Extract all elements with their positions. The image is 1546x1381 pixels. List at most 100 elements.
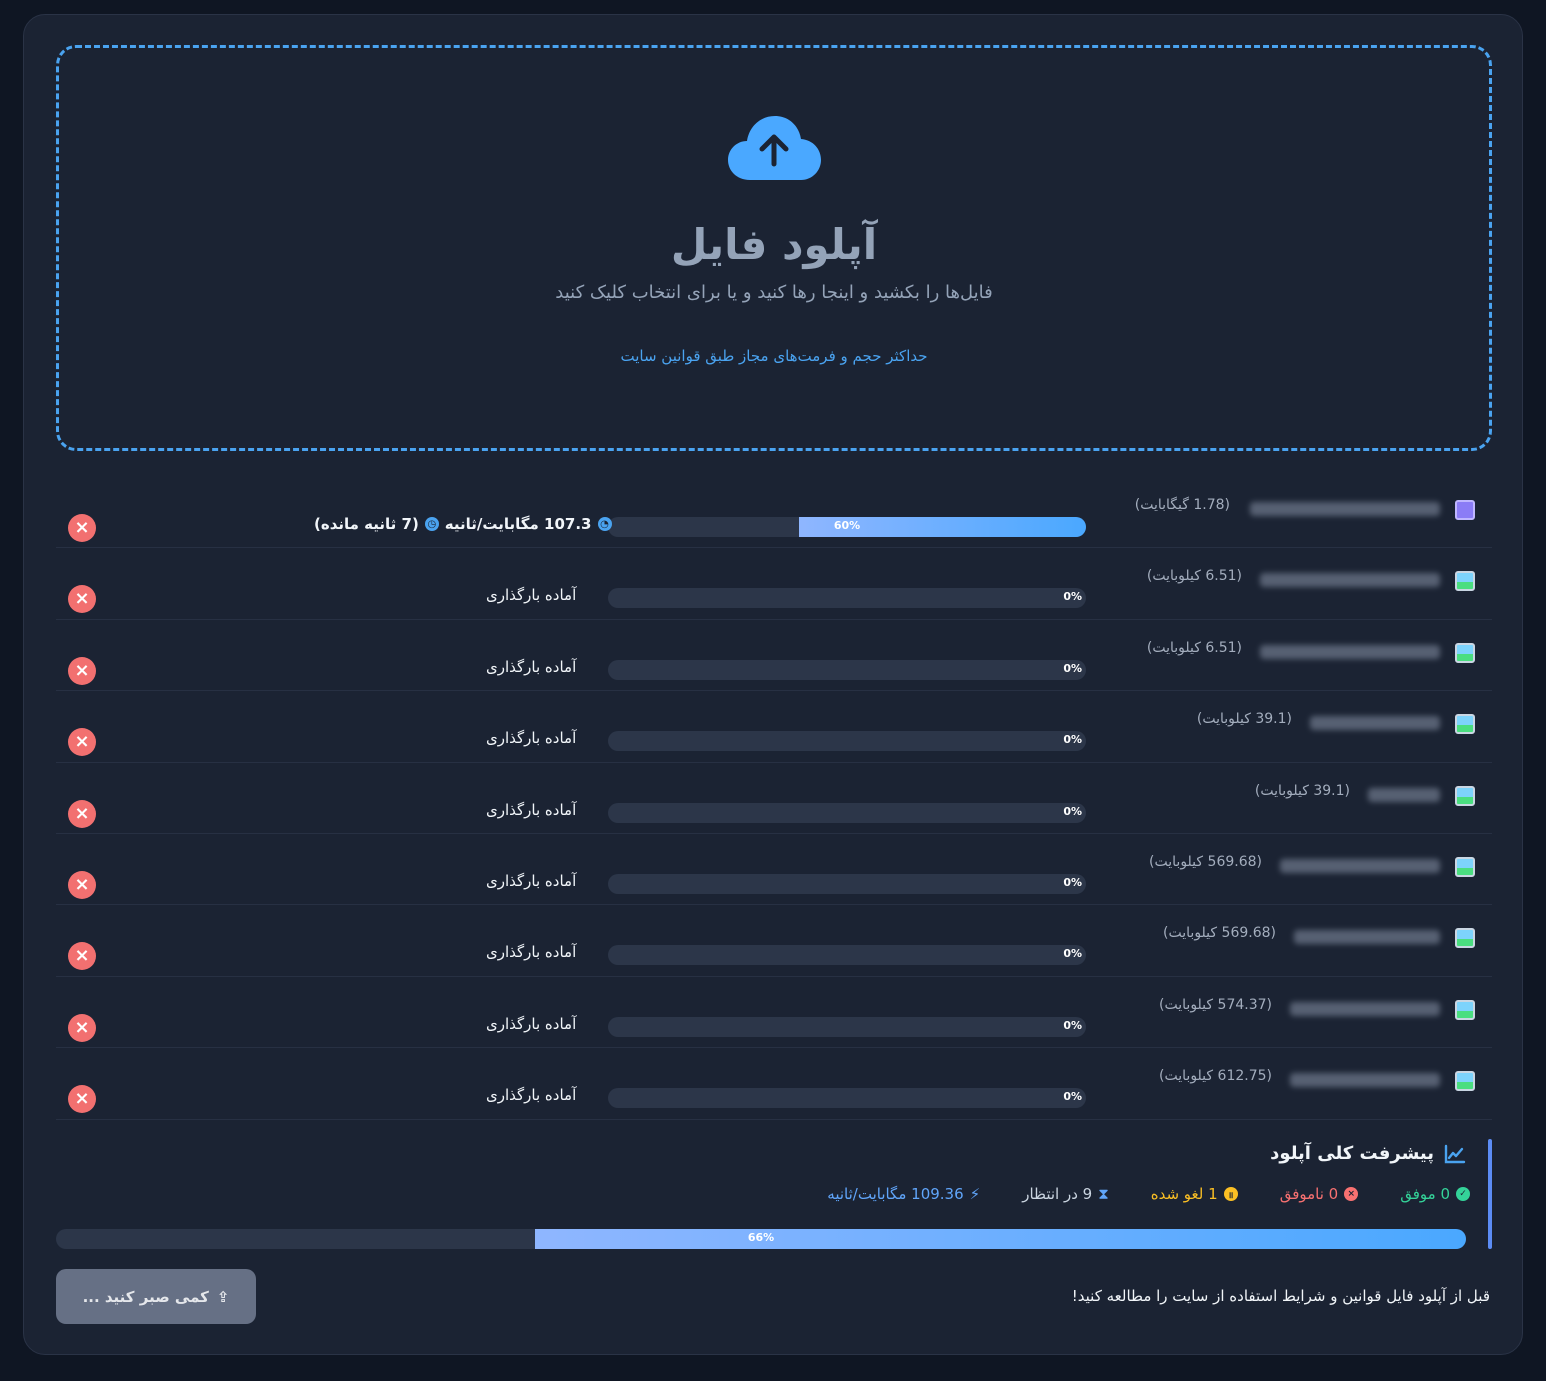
file-progress-label: 0% <box>1063 947 1082 961</box>
file-status: آماده بارگذاری <box>486 943 577 962</box>
file-size: (39.1 کیلوبایت) <box>1196 711 1292 728</box>
stat-speed-text: 109.36 مگابایت/ثانیه <box>827 1185 964 1203</box>
file-progress-bar: 0% <box>608 1016 1086 1037</box>
remove-file-button[interactable]: × <box>68 942 96 971</box>
remove-file-button[interactable]: × <box>68 728 96 757</box>
file-size: (574.37 کیلوبایت) <box>1159 996 1272 1013</box>
file-progress-label: 0% <box>1063 1090 1082 1104</box>
file-name-blurred <box>1310 716 1440 731</box>
file-name-blurred <box>1260 644 1440 659</box>
file-name-blurred <box>1260 573 1440 588</box>
overall-progress-title: پیشرفت کلی آپلود <box>1270 1143 1466 1164</box>
file-status: آماده بارگذاری <box>486 1086 577 1105</box>
file-name-blurred <box>1280 858 1440 873</box>
stat-success-text: 0 موفق <box>1400 1185 1450 1203</box>
pause-circle-icon: ॥ <box>1223 1187 1238 1201</box>
dropzone[interactable]: آپلود فایل فایل‌ها را بکشید و اینجا رها … <box>56 45 1492 451</box>
upload-tray-icon: ⇪ <box>216 1287 230 1306</box>
cloud-upload-icon <box>728 116 821 180</box>
file-size: (6.51 کیلوبایت) <box>1146 639 1242 656</box>
file-progress-bar: 0% <box>608 945 1086 966</box>
terms-note: قبل از آپلود فایل قوانین و شرایط استفاده… <box>1071 1287 1490 1305</box>
remove-file-button[interactable]: × <box>68 870 96 899</box>
remove-file-button[interactable]: × <box>68 585 96 614</box>
file-status: آماده بارگذاری <box>486 871 577 890</box>
gauge-icon: ◔ <box>597 517 612 531</box>
file-progress-label: 0% <box>1063 733 1082 747</box>
file-status: آماده بارگذاری <box>486 800 577 819</box>
stat-failed-text: 0 ناموفق <box>1279 1185 1339 1203</box>
upload-card: آپلود فایل فایل‌ها را بکشید و اینجا رها … <box>23 14 1523 1355</box>
file-status: آماده بارگذاری <box>486 1014 577 1033</box>
check-circle-icon: ✓ <box>1456 1187 1470 1201</box>
remove-file-button[interactable]: × <box>68 514 96 542</box>
overall-progress-bar: 66% <box>56 1229 1466 1249</box>
upload-stats: ✓ 0 موفق × 0 ناموفق ॥ 1 لغو شده ⧗ 9 در ا… <box>827 1185 1470 1203</box>
file-progress-label: 0% <box>1063 1018 1082 1032</box>
file-size: (612.75 کیلوبایت) <box>1159 1068 1272 1085</box>
file-name-blurred <box>1290 1001 1440 1016</box>
upload-wait-button[interactable]: ⇪ کمی صبر کنید ... <box>56 1269 256 1324</box>
file-status: آماده بارگذاری <box>486 586 577 605</box>
overall-progress-section: پیشرفت کلی آپلود ✓ 0 موفق × 0 ناموفق ॥ 1… <box>56 1139 1492 1249</box>
file-row: (6.51 کیلوبایت) 0% آماده بارگذاری × <box>56 620 1492 692</box>
file-progress-label: 0% <box>1063 590 1082 604</box>
dropzone-title: آپلود فایل <box>670 220 878 269</box>
overall-title-text: پیشرفت کلی آپلود <box>1270 1143 1434 1164</box>
remove-file-button[interactable]: × <box>68 656 96 685</box>
file-row: (1.78 گیگابایت) 60% ◔ 107.3 مگابایت/ثانی… <box>56 477 1492 549</box>
file-row: (612.75 کیلوبایت) 0% آماده بارگذاری × <box>56 1048 1492 1120</box>
file-size: (6.51 کیلوبایت) <box>1146 568 1242 585</box>
image-file-icon <box>1455 928 1475 949</box>
hourglass-icon: ⧗ <box>1098 1185 1109 1203</box>
image-file-icon <box>1455 571 1475 592</box>
file-size: (1.78 گیگابایت) <box>1134 497 1230 513</box>
file-row: (569.68 کیلوبایت) 0% آماده بارگذاری × <box>56 905 1492 977</box>
video-file-icon <box>1455 500 1475 520</box>
file-row: (6.51 کیلوبایت) 0% آماده بارگذاری × <box>56 548 1492 620</box>
time-remaining: (7 ثانیه مانده) <box>314 515 419 533</box>
file-row: (574.37 کیلوبایت) 0% آماده بارگذاری × <box>56 977 1492 1049</box>
file-progress-bar: 60% <box>608 517 1086 537</box>
file-list: (1.78 گیگابایت) 60% ◔ 107.3 مگابایت/ثانی… <box>56 477 1492 1120</box>
file-size: (569.68 کیلوبایت) <box>1163 925 1276 942</box>
stat-canceled-text: 1 لغو شده <box>1150 1185 1218 1203</box>
file-progress-label: 0% <box>1063 661 1082 675</box>
accent-bar <box>1488 1139 1492 1249</box>
stat-canceled: ॥ 1 لغو شده <box>1151 1185 1238 1203</box>
image-file-icon <box>1455 714 1475 735</box>
remove-file-button[interactable]: × <box>68 799 96 828</box>
x-circle-icon: × <box>1344 1187 1359 1201</box>
upload-speed: 107.3 مگابایت/ثانیه <box>444 515 592 533</box>
upload-speed-readout: ◔ 107.3 مگابایت/ثانیه ◷ (7 ثانیه مانده) <box>314 515 612 533</box>
remove-file-button[interactable]: × <box>68 1013 96 1042</box>
image-file-icon <box>1455 999 1475 1020</box>
file-row: (39.1 کیلوبایت) 0% آماده بارگذاری × <box>56 691 1492 763</box>
file-name-blurred <box>1250 502 1440 516</box>
file-row: (569.68 کیلوبایت) 0% آماده بارگذاری × <box>56 834 1492 906</box>
line-chart-icon <box>1444 1144 1466 1163</box>
file-progress-label: 0% <box>1063 804 1082 818</box>
stat-pending-text: 9 در انتظار <box>1022 1185 1093 1203</box>
file-progress-label: 0% <box>1063 875 1082 889</box>
stat-success: ✓ 0 موفق <box>1400 1185 1470 1203</box>
upload-button-label: کمی صبر کنید ... <box>82 1287 209 1306</box>
clock-icon: ◷ <box>424 517 439 531</box>
remove-file-button[interactable]: × <box>68 1085 96 1114</box>
dropzone-note: حداکثر حجم و فرمت‌های مجاز طبق قوانین سا… <box>620 347 928 365</box>
overall-progress-label: 66% <box>747 1231 775 1244</box>
file-progress-bar: 0% <box>608 1088 1086 1109</box>
file-row: (39.1 کیلوبایت) 0% آماده بارگذاری × <box>56 763 1492 834</box>
lightning-icon: ⚡ <box>969 1185 981 1203</box>
file-status: آماده بارگذاری <box>486 729 577 748</box>
file-size: (569.68 کیلوبایت) <box>1149 853 1262 870</box>
file-size: (39.1 کیلوبایت) <box>1254 782 1350 799</box>
file-progress-bar: 0% <box>608 873 1086 894</box>
image-file-icon <box>1455 642 1475 663</box>
file-progress-bar: 0% <box>608 731 1086 752</box>
image-file-icon <box>1455 1071 1475 1092</box>
file-progress-bar: 0% <box>608 588 1086 609</box>
file-progress-bar: 0% <box>608 802 1086 823</box>
dropzone-subtitle: فایل‌ها را بکشید و اینجا رها کنید و یا ب… <box>555 282 993 303</box>
file-progress-bar: 0% <box>608 659 1086 680</box>
